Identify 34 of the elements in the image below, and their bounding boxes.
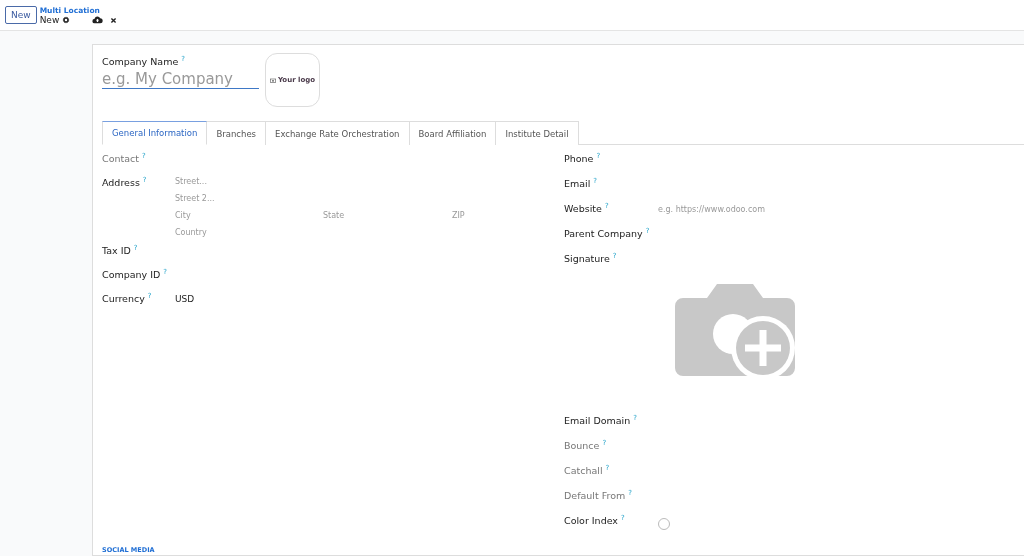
field-label: Currency <box>102 293 145 304</box>
street2-field[interactable]: Street 2... <box>175 194 564 203</box>
field-label: Tax ID <box>102 245 131 256</box>
tab[interactable]: Branches <box>207 121 267 145</box>
field-label: Email Domain <box>564 415 631 426</box>
city-field[interactable]: City <box>175 211 323 220</box>
field-label: Bounce <box>564 440 600 451</box>
zip-field[interactable]: ZIP <box>452 211 465 220</box>
country-field[interactable]: Country <box>175 228 564 237</box>
tab[interactable]: General Information <box>102 121 208 145</box>
field-label: Catchall <box>564 465 603 476</box>
record-title: New <box>39 15 60 25</box>
cloud-upload-icon[interactable] <box>92 16 104 24</box>
field-label: Contact <box>102 153 139 164</box>
new-button[interactable]: New <box>5 6 37 24</box>
close-icon[interactable] <box>110 16 118 24</box>
field-label: Signature <box>564 253 610 264</box>
field-label: Website <box>564 203 602 214</box>
field-label: Color Index <box>564 515 618 526</box>
state-field[interactable]: State <box>323 211 452 220</box>
currency-field[interactable]: USD <box>175 294 195 304</box>
field-label: Parent Company <box>564 228 643 239</box>
field-label: Default From <box>564 490 626 501</box>
tab[interactable]: Exchange Rate Orchestration <box>266 121 410 145</box>
field-label: Company Name <box>102 56 179 67</box>
field-label: Address <box>102 177 140 188</box>
website-field[interactable]: e.g. https://www.odoo.com <box>658 205 765 214</box>
field-label: Company ID <box>102 269 161 280</box>
field-label: Phone <box>564 153 594 164</box>
tab[interactable]: Institute Detail <box>496 121 579 145</box>
tab[interactable]: Board Affiliation <box>409 121 497 145</box>
field-label: Email <box>564 178 591 189</box>
street-field[interactable]: Street... <box>175 177 564 186</box>
company-name-field[interactable]: e.g. My Company <box>102 70 259 89</box>
